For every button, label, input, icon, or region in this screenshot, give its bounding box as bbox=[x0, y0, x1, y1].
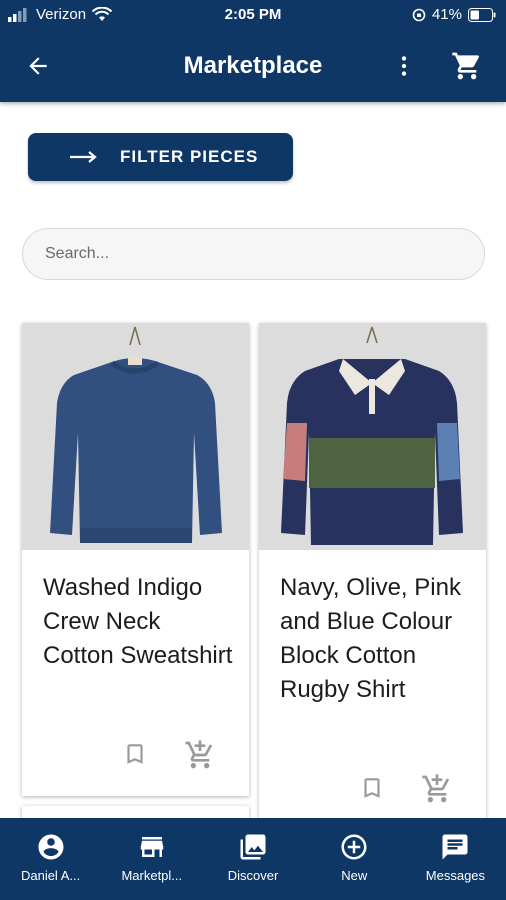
nav-label: Discover bbox=[227, 868, 279, 883]
more-vert-icon bbox=[401, 56, 407, 76]
bookmark-icon[interactable] bbox=[122, 739, 148, 769]
image-gallery-icon bbox=[240, 834, 266, 860]
product-actions bbox=[122, 739, 216, 771]
app-bar: Marketplace bbox=[0, 30, 506, 102]
nav-item-marketplace[interactable]: Marketpl... bbox=[101, 818, 202, 900]
bookmark-icon[interactable] bbox=[359, 773, 385, 803]
nav-item-new[interactable]: New bbox=[304, 818, 405, 900]
shopping-cart-icon bbox=[452, 52, 480, 80]
orientation-lock-icon bbox=[412, 8, 426, 21]
filter-pieces-label: FILTER PIECES bbox=[120, 147, 259, 166]
add-to-cart-icon[interactable] bbox=[421, 773, 453, 805]
page-title: Marketplace bbox=[183, 52, 323, 79]
nav-item-messages[interactable]: Messages bbox=[405, 818, 506, 900]
nav-item-discover[interactable]: Discover bbox=[202, 818, 303, 900]
store-icon bbox=[140, 837, 164, 857]
product-actions bbox=[359, 773, 453, 805]
product-name[interactable]: Navy, Olive, Pink and Blue Colour Block … bbox=[280, 571, 472, 707]
add-circle-icon bbox=[341, 834, 367, 860]
battery-icon bbox=[468, 7, 496, 22]
nav-label: Marketpl... bbox=[121, 868, 183, 883]
more-options-button[interactable] bbox=[390, 52, 418, 80]
filter-pieces-button[interactable]: FILTER PIECES bbox=[28, 133, 293, 181]
product-image[interactable] bbox=[22, 323, 249, 550]
nav-item-profile[interactable]: Daniel A... bbox=[0, 818, 101, 900]
product-card[interactable]: Navy, Olive, Pink and Blue Colour Block … bbox=[259, 323, 486, 823]
product-name[interactable]: Washed Indigo Crew Neck Cotton Sweatshir… bbox=[43, 571, 235, 673]
add-to-cart-icon[interactable] bbox=[184, 739, 216, 771]
nav-label: New bbox=[341, 868, 368, 883]
rugby-shirt-image bbox=[259, 323, 486, 550]
cart-button[interactable] bbox=[450, 50, 484, 82]
status-bar: Verizon 2:05 PM 41% bbox=[0, 0, 506, 30]
search-input[interactable] bbox=[22, 228, 485, 280]
battery-percent: 41% bbox=[431, 6, 462, 23]
status-right: 41% bbox=[412, 6, 496, 23]
chat-icon bbox=[442, 834, 468, 860]
sweatshirt-image bbox=[22, 323, 249, 550]
nav-label: Messages bbox=[425, 868, 486, 883]
arrow-right-icon bbox=[70, 151, 97, 163]
bottom-navigation: Daniel A... Marketpl... Discover New Mes… bbox=[0, 818, 506, 900]
product-image[interactable] bbox=[259, 323, 486, 550]
nav-label: Daniel A... bbox=[20, 868, 81, 883]
account-circle-icon bbox=[38, 834, 64, 860]
product-card[interactable]: Washed Indigo Crew Neck Cotton Sweatshir… bbox=[22, 323, 249, 796]
